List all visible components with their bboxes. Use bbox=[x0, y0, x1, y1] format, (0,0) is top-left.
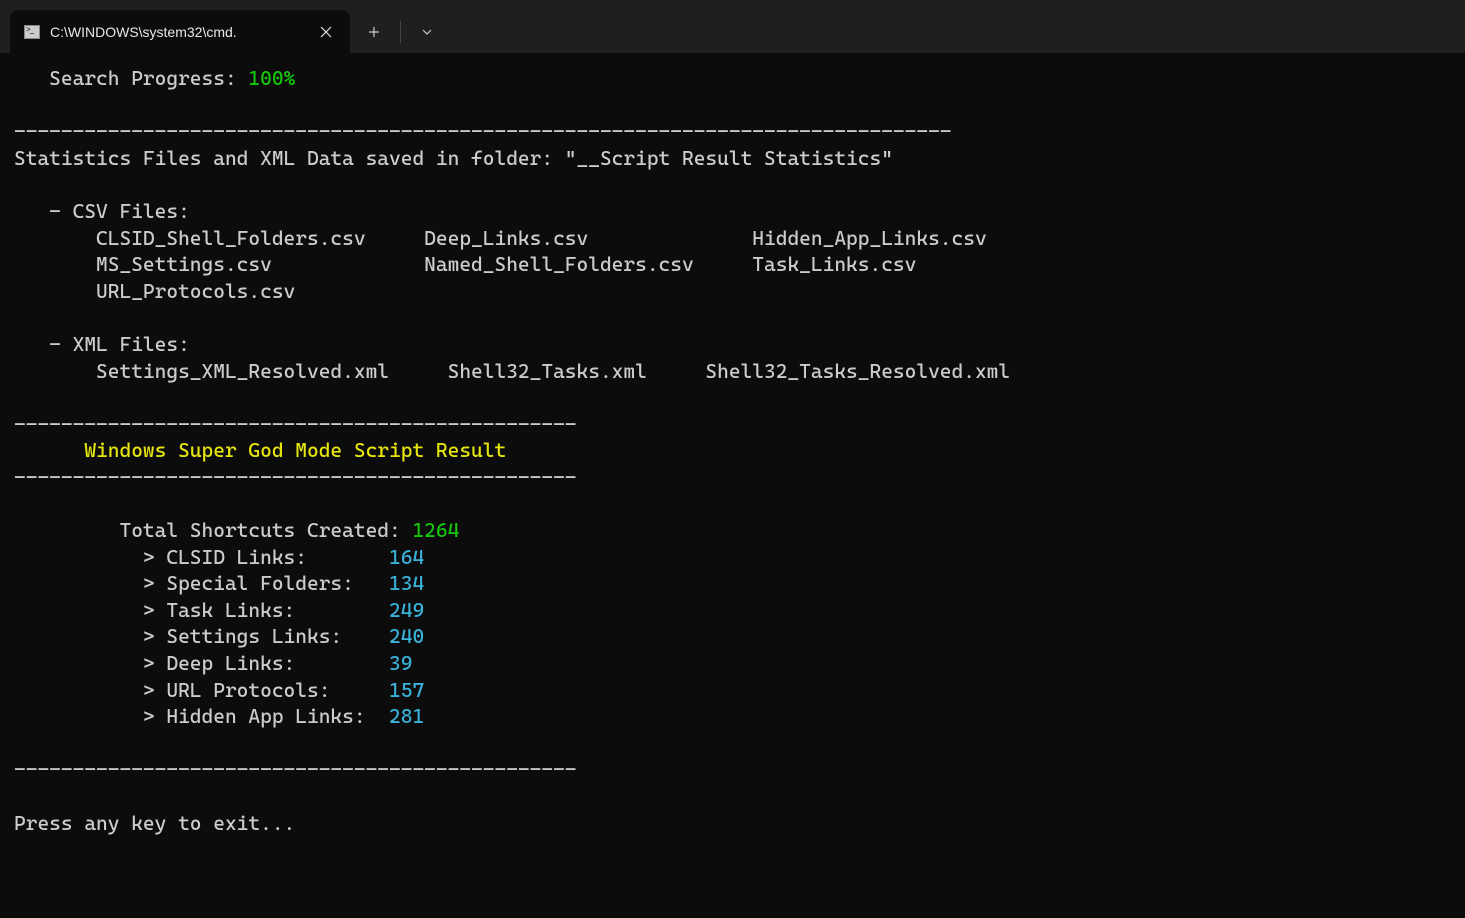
plus-icon bbox=[368, 26, 380, 38]
csv-line-2: MS_Settings.csv Named_Shell_Folders.csv … bbox=[14, 252, 916, 276]
divider-short-3: ----------------------------------------… bbox=[14, 757, 577, 781]
special-folders-label: > Special Folders: bbox=[14, 571, 389, 595]
window-titlebar: C:\WINDOWS\system32\cmd. bbox=[0, 0, 1465, 53]
tab-title: C:\WINDOWS\system32\cmd. bbox=[50, 24, 306, 40]
result-title: Windows Super God Mode Script Result bbox=[14, 438, 506, 462]
csv-line-1: CLSID_Shell_Folders.csv Deep_Links.csv H… bbox=[14, 226, 987, 250]
clsid-links-value: 164 bbox=[389, 545, 424, 569]
deep-links-label: > Deep Links: bbox=[14, 651, 389, 675]
chevron-down-icon bbox=[421, 28, 433, 36]
titlebar-divider bbox=[400, 21, 401, 43]
tab-dropdown-button[interactable] bbox=[403, 10, 451, 53]
close-tab-button[interactable] bbox=[316, 22, 336, 42]
search-progress-value: 100% bbox=[248, 66, 295, 90]
settings-links-label: > Settings Links: bbox=[14, 624, 389, 648]
search-progress-label: Search Progress: bbox=[14, 66, 248, 90]
special-folders-value: 134 bbox=[389, 571, 424, 595]
csv-line-3: URL_Protocols.csv bbox=[14, 279, 295, 303]
cmd-icon bbox=[24, 25, 40, 39]
deep-links-value: 39 bbox=[389, 651, 412, 675]
close-icon bbox=[320, 26, 332, 38]
xml-line-1: Settings_XML_Resolved.xml Shell32_Tasks.… bbox=[14, 359, 1010, 383]
divider-short-1: ----------------------------------------… bbox=[14, 412, 577, 436]
xml-header: - XML Files: bbox=[14, 332, 190, 356]
settings-links-value: 240 bbox=[389, 624, 424, 648]
clsid-links-label: > CLSID Links: bbox=[14, 545, 389, 569]
divider-long-1: ----------------------------------------… bbox=[14, 119, 952, 143]
task-links-value: 249 bbox=[389, 598, 424, 622]
hidden-app-links-value: 281 bbox=[389, 704, 424, 728]
hidden-app-links-label: > Hidden App Links: bbox=[14, 704, 389, 728]
press-key-prompt: Press any key to exit... bbox=[14, 811, 295, 835]
task-links-label: > Task Links: bbox=[14, 598, 389, 622]
url-protocols-label: > URL Protocols: bbox=[14, 678, 389, 702]
url-protocols-value: 157 bbox=[389, 678, 424, 702]
stats-saved-line: Statistics Files and XML Data saved in f… bbox=[14, 146, 893, 170]
terminal-output[interactable]: Search Progress: 100% ------------------… bbox=[0, 53, 1465, 848]
total-shortcuts-value: 1264 bbox=[412, 518, 459, 542]
new-tab-button[interactable] bbox=[350, 10, 398, 53]
total-shortcuts-label: Total Shortcuts Created: bbox=[14, 518, 412, 542]
divider-short-2: ----------------------------------------… bbox=[14, 465, 577, 489]
csv-header: - CSV Files: bbox=[14, 199, 190, 223]
terminal-tab[interactable]: C:\WINDOWS\system32\cmd. bbox=[10, 10, 350, 53]
titlebar-controls bbox=[350, 10, 451, 53]
